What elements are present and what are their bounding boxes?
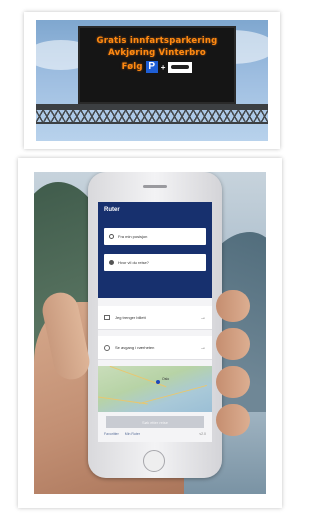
speaker-icon (143, 185, 167, 188)
app-logo: Ruter (104, 207, 120, 213)
parking-icon: P (145, 61, 158, 73)
arrow-right-icon: → (200, 314, 206, 321)
highway-sign-photo: Gratis innfartsparkering Avkjøring Vinte… (36, 20, 268, 141)
app-header: Ruter Fra min posisjon Hvor vil du reise… (98, 202, 212, 298)
ticket-row[interactable]: Jeg trenger billett → (98, 306, 212, 330)
page: Gratis innfartsparkering Avkjøring Vinte… (0, 0, 289, 517)
hand-phone-photo: Ruter Fra min posisjon Hvor vil du reise… (34, 172, 266, 494)
app-screen: Ruter Fra min posisjon Hvor vil du reise… (98, 202, 212, 442)
nearby-row[interactable]: Se avgang i nærheten → (98, 336, 212, 360)
location-pin-icon (156, 380, 160, 384)
map-view[interactable]: Oslo (98, 366, 212, 412)
app-footer: Favoritter Min Ruter v2.0 (104, 432, 206, 436)
arrow-right-icon: → (200, 344, 206, 351)
from-field[interactable]: Fra min posisjon (104, 228, 206, 245)
favorites-link[interactable]: Favoritter (104, 432, 119, 436)
to-field[interactable]: Hvor vil du reise? (104, 254, 206, 271)
ticket-label: Jeg trenger billett (115, 315, 146, 320)
version-label: v2.0 (199, 432, 206, 436)
my-ruter-link[interactable]: Min Ruter (125, 432, 140, 436)
to-placeholder: Hvor vil du reise? (118, 260, 149, 265)
highway-sign-card: Gratis innfartsparkering Avkjøring Vinte… (24, 12, 280, 149)
sign-follow-text: Følg (121, 62, 143, 72)
variable-message-sign: Gratis innfartsparkering Avkjøring Vinte… (78, 26, 236, 104)
search-trip-button[interactable]: Søk etter reise (106, 416, 204, 428)
from-placeholder: Fra min posisjon (118, 234, 148, 239)
sign-line-3: Følg P + (80, 61, 234, 73)
sign-line-1: Gratis innfartsparkering (96, 36, 218, 46)
fingers (216, 290, 250, 460)
clock-icon (104, 344, 110, 351)
destination-icon (109, 260, 114, 265)
smartphone: Ruter Fra min posisjon Hvor vil du reise… (88, 172, 222, 478)
train-icon (168, 61, 193, 73)
origin-icon (109, 234, 114, 239)
sign-line-2: Avkjøring Vinterbro (108, 48, 206, 58)
nearby-label: Se avgang i nærheten (115, 345, 155, 350)
home-button (143, 450, 165, 472)
ticket-icon (104, 315, 110, 320)
gantry-truss (36, 108, 268, 124)
map-label: Oslo (162, 377, 170, 381)
plus-icon: + (160, 62, 166, 72)
phone-photo-card: Ruter Fra min posisjon Hvor vil du reise… (18, 158, 282, 508)
